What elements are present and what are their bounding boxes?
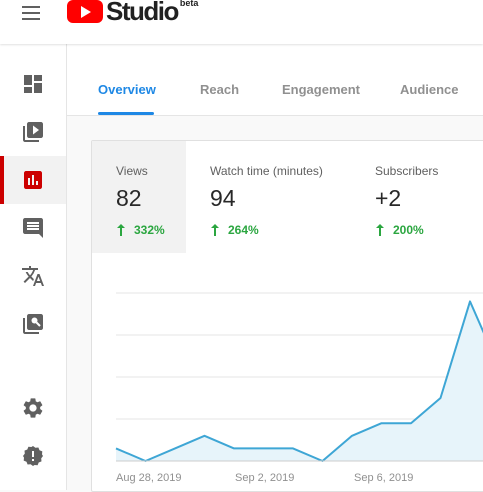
x-tick-label: Sep 6, 2019 [354, 472, 413, 484]
sidebar-item-comments[interactable] [0, 204, 66, 252]
metric-views[interactable]: Views 82 332% [92, 141, 186, 253]
tab-audience[interactable]: Audience [400, 82, 459, 97]
youtube-play-icon [67, 0, 103, 23]
metric-delta: 264% [210, 223, 259, 237]
translate-icon [21, 264, 45, 288]
arrow-up-icon [210, 224, 220, 236]
active-tab-indicator [98, 112, 154, 115]
overview-card: Views 82 332% Watch time (minutes) 94 26… [91, 140, 483, 492]
x-tick-label: Aug 28, 2019 [116, 472, 181, 484]
metric-label: Subscribers [375, 164, 438, 178]
top-header: Studio beta [0, 0, 483, 44]
metric-label: Watch time (minutes) [210, 164, 323, 178]
sidebar [0, 44, 67, 490]
video-library-icon [21, 120, 45, 144]
sidebar-item-dashboard[interactable] [0, 60, 66, 108]
sidebar-item-analytics[interactable] [0, 156, 66, 204]
metric-value: 94 [210, 185, 236, 212]
copyright-search-icon [21, 312, 45, 336]
metric-label: Views [116, 164, 148, 178]
arrow-up-icon [375, 224, 385, 236]
metric-delta: 332% [116, 223, 165, 237]
metric-delta-value: 332% [134, 223, 165, 237]
tab-engagement[interactable]: Engagement [282, 82, 360, 97]
metric-delta-value: 200% [393, 223, 424, 237]
views-area [116, 301, 483, 461]
sidebar-item-feedback[interactable] [0, 432, 66, 480]
dashboard-icon [21, 72, 45, 96]
metric-value: 82 [116, 185, 142, 212]
x-tick-label: Sep 2, 2019 [235, 472, 294, 484]
beta-badge: beta [180, 0, 199, 8]
metric-delta-value: 264% [228, 223, 259, 237]
tab-reach[interactable]: Reach [200, 82, 239, 97]
comment-icon [21, 216, 45, 240]
views-chart: Aug 28, 2019 Sep 2, 2019 Sep 6, 2019 [92, 253, 483, 492]
tab-overview[interactable]: Overview [98, 82, 156, 97]
arrow-up-icon [116, 224, 126, 236]
analytics-icon [21, 168, 45, 192]
sidebar-item-copyright[interactable] [0, 300, 66, 348]
hamburger-menu-icon[interactable] [19, 2, 43, 24]
analytics-tabs: Overview Reach Engagement Audience [67, 44, 483, 116]
logo-text: Studio [106, 0, 178, 22]
metric-value: +2 [375, 185, 401, 212]
metric-watch-time[interactable]: Watch time (minutes) 94 264% [186, 141, 351, 253]
metric-subscribers[interactable]: Subscribers +2 200% [351, 141, 483, 253]
studio-logo[interactable]: Studio beta [67, 0, 198, 26]
feedback-icon [21, 444, 45, 468]
sidebar-item-settings[interactable] [0, 384, 66, 432]
metric-delta: 200% [375, 223, 424, 237]
gear-icon [21, 396, 45, 420]
sidebar-item-subtitles[interactable] [0, 252, 66, 300]
sidebar-item-videos[interactable] [0, 108, 66, 156]
